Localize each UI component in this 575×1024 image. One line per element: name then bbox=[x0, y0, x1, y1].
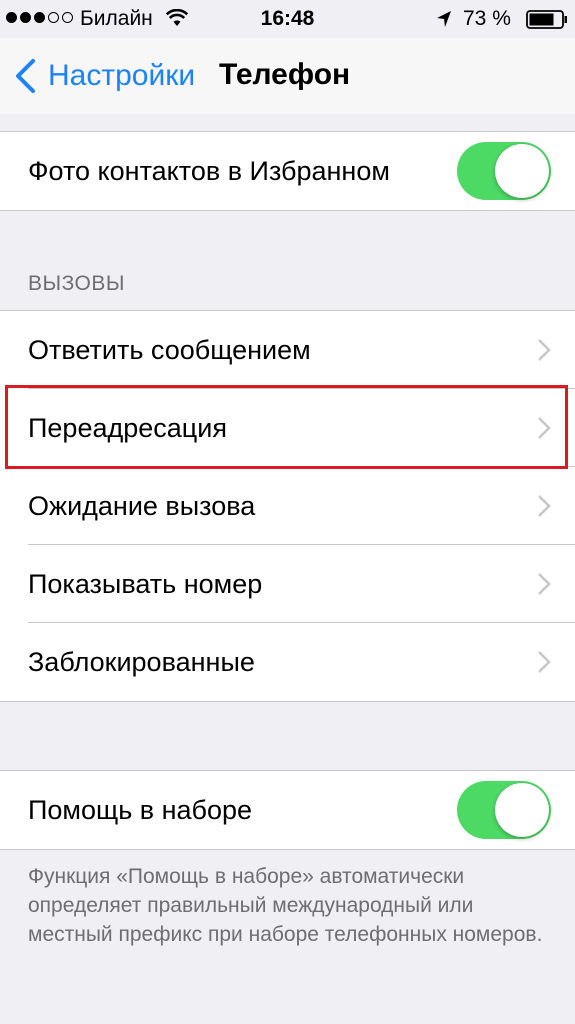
chevron-right-icon bbox=[538, 339, 551, 361]
chevron-right-icon bbox=[538, 573, 551, 595]
dial-assist-description: Функция «Помощь в наборе» автоматически … bbox=[28, 865, 543, 946]
chevron-left-icon bbox=[16, 59, 35, 93]
list-item-call-forwarding[interactable]: Переадресация bbox=[0, 389, 575, 467]
favorites-photo-toggle[interactable] bbox=[457, 142, 551, 200]
favorites-photo-group: Фото контактов в Избранном bbox=[0, 131, 575, 211]
list-item-reply-with-message[interactable]: Ответить сообщением bbox=[0, 311, 575, 389]
battery-percent: 73 % bbox=[463, 7, 511, 30]
list-item-label: Заблокированные bbox=[28, 646, 255, 677]
back-button[interactable]: Настройки bbox=[14, 56, 195, 96]
battery-icon bbox=[526, 10, 567, 29]
list-item-show-caller-id[interactable]: Показывать номер bbox=[0, 545, 575, 623]
list-item-label: Ожидание вызова bbox=[28, 490, 256, 521]
list-item-blocked[interactable]: Заблокированные bbox=[0, 623, 575, 701]
list-item-label: Показывать номер bbox=[28, 568, 263, 599]
dial-assist-row: Помощь в наборе bbox=[0, 771, 575, 849]
toggle-knob bbox=[495, 783, 549, 837]
dial-assist-label: Помощь в наборе bbox=[28, 794, 253, 825]
settings-phone-screen: Билайн 16:48 73 % Настройки Телефон Фото… bbox=[0, 0, 575, 1024]
list-item-call-waiting[interactable]: Ожидание вызова bbox=[0, 467, 575, 545]
chevron-right-icon bbox=[538, 495, 551, 517]
dial-assist-group: Помощь в наборе bbox=[0, 770, 575, 850]
chevron-right-icon bbox=[538, 651, 551, 673]
dial-assist-toggle[interactable] bbox=[457, 781, 551, 839]
calls-section-header: ВЫЗОВЫ bbox=[28, 272, 125, 295]
chevron-right-icon bbox=[538, 417, 551, 439]
status-bar: Билайн 16:48 73 % bbox=[0, 0, 575, 38]
calls-group: Ответить сообщением Переадресация Ожидан… bbox=[0, 310, 575, 702]
back-button-label: Настройки bbox=[48, 59, 196, 92]
navigation-bar: Настройки Телефон bbox=[0, 38, 575, 114]
list-item-label: Переадресация bbox=[28, 412, 227, 443]
location-arrow-icon bbox=[437, 11, 451, 27]
page-title: Телефон bbox=[219, 58, 351, 91]
toggle-knob bbox=[495, 144, 549, 198]
list-item-label: Ответить сообщением bbox=[28, 334, 311, 365]
favorites-photo-row: Фото контактов в Избранном bbox=[0, 132, 575, 210]
favorites-photo-label: Фото контактов в Избранном bbox=[28, 155, 390, 186]
